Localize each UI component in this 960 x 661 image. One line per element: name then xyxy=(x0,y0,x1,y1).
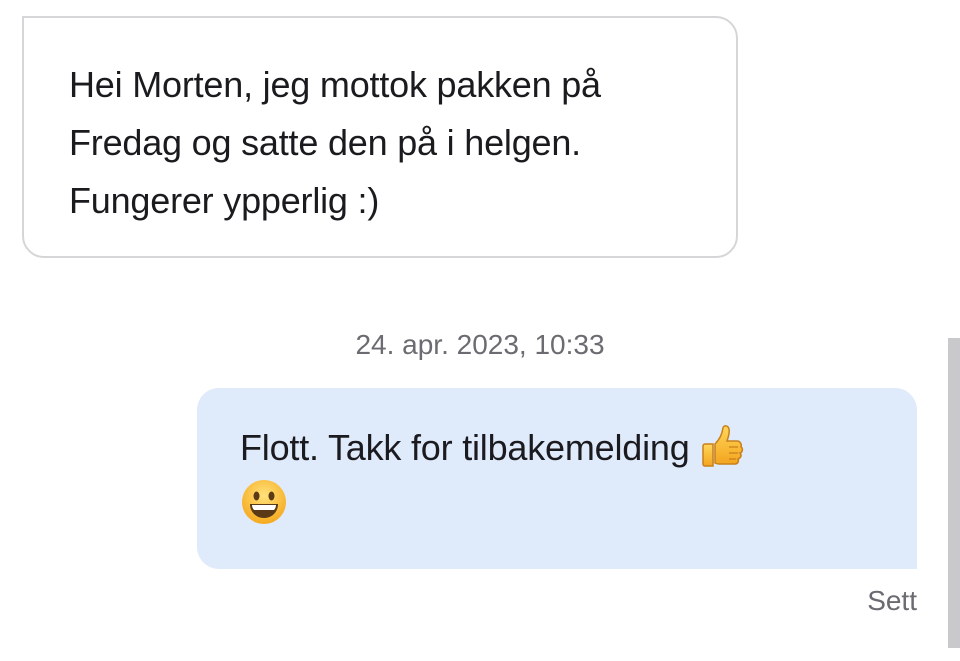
outgoing-message-bubble[interactable]: Flott. Takk for tilbakemelding xyxy=(197,388,917,569)
scrollbar-thumb[interactable] xyxy=(948,338,960,648)
outgoing-message-text: Flott. Takk for tilbakemelding xyxy=(240,427,690,468)
outgoing-message-content: Flott. Takk for tilbakemelding xyxy=(240,420,877,532)
message-timestamp: 24. apr. 2023, 10:33 xyxy=(355,329,605,360)
thumbs-up-emoji-icon xyxy=(699,422,745,470)
incoming-message-text: Hei Morten, jeg mottok pakken på Fredag … xyxy=(69,64,601,221)
message-read-status: Sett xyxy=(867,585,917,616)
message-thread: Hei Morten, jeg mottok pakken på Fredag … xyxy=(0,0,960,661)
incoming-message-bubble[interactable]: Hei Morten, jeg mottok pakken på Fredag … xyxy=(22,16,738,258)
grinning-face-emoji-icon xyxy=(240,478,288,526)
